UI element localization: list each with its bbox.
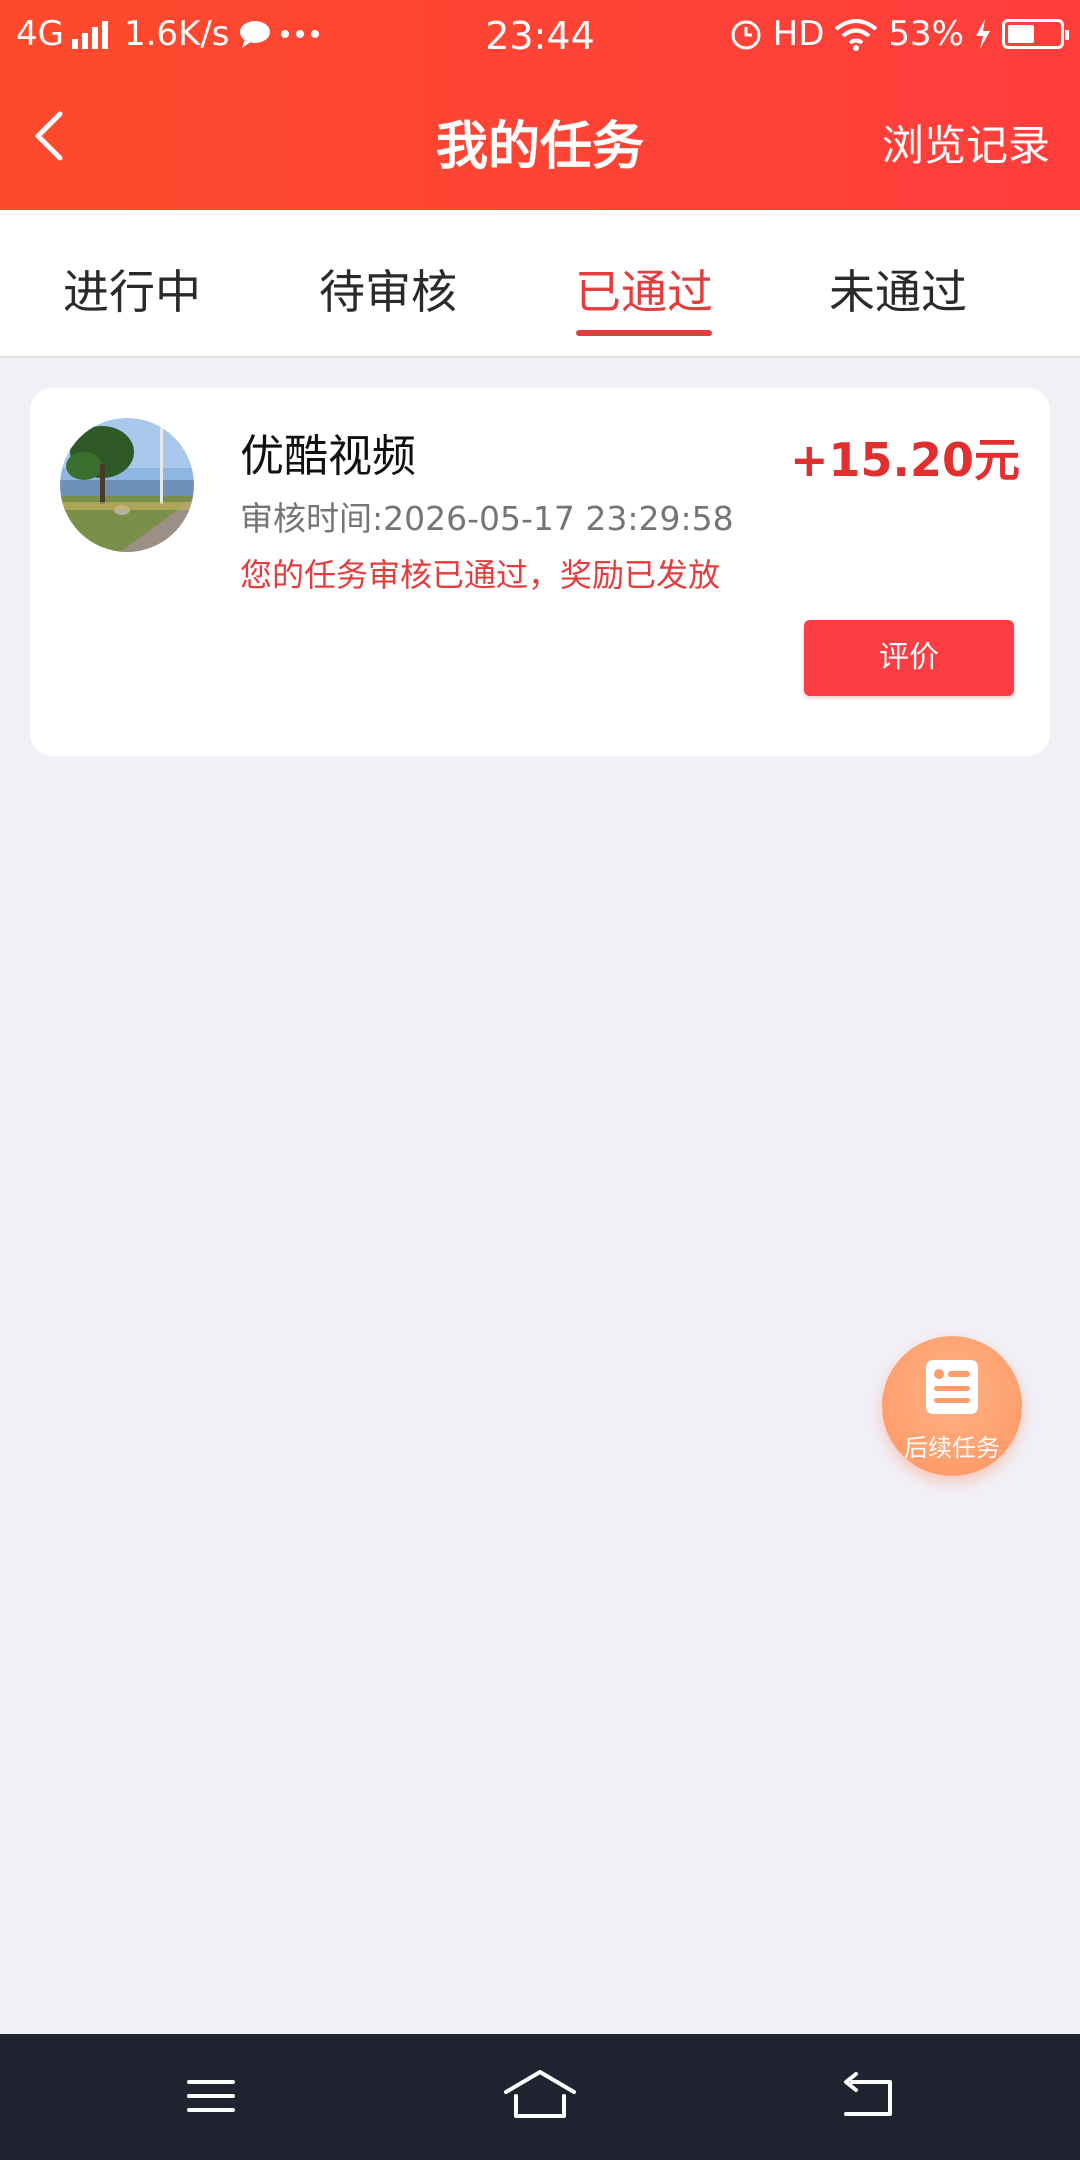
task-avatar bbox=[60, 418, 194, 552]
status-bar: 4G 1.6K/s 23:44 HD 53% bbox=[0, 0, 1080, 74]
app-header: 4G 1.6K/s 23:44 HD 53% 我的任务 浏览记录 bbox=[0, 0, 1080, 210]
back-icon[interactable] bbox=[838, 2068, 898, 2124]
tab-pending-review[interactable]: 待审核 bbox=[288, 256, 488, 322]
battery-icon bbox=[1002, 19, 1069, 49]
approval-message: 您的任务审核已通过，奖励已发放 bbox=[240, 556, 721, 594]
battery-percent: 53% bbox=[888, 14, 964, 54]
follow-up-task-button[interactable]: 后续任务 bbox=[882, 1336, 1022, 1476]
tab-approved[interactable]: 已通过 bbox=[544, 256, 744, 322]
browse-history-link[interactable]: 浏览记录 bbox=[882, 112, 1050, 173]
reward-amount: +15.20元 bbox=[789, 433, 1020, 487]
task-title: 优酷视频 bbox=[240, 431, 416, 482]
system-nav-bar bbox=[0, 2034, 1080, 2160]
review-time: 审核时间:2026-05-17 23:29:58 bbox=[240, 499, 734, 538]
home-icon[interactable] bbox=[502, 2068, 578, 2124]
tab-rejected[interactable]: 未通过 bbox=[798, 256, 998, 322]
fab-label: 后续任务 bbox=[904, 1434, 1000, 1462]
tab-in-progress[interactable]: 进行中 bbox=[32, 256, 232, 322]
charging-icon bbox=[976, 19, 990, 49]
active-tab-indicator bbox=[576, 330, 712, 336]
wifi-icon bbox=[835, 19, 878, 51]
task-card[interactable]: 优酷视频 审核时间:2026-05-17 23:29:58 您的任务审核已通过，… bbox=[30, 388, 1050, 756]
alarm-icon bbox=[731, 20, 761, 50]
task-list-icon bbox=[926, 1360, 978, 1414]
menu-icon[interactable] bbox=[181, 2068, 241, 2124]
review-button[interactable]: 评价 bbox=[804, 620, 1014, 696]
nav-bar: 我的任务 浏览记录 bbox=[0, 86, 1080, 186]
status-tabs: 进行中 待审核 已通过 未通过 bbox=[0, 210, 1080, 358]
hd-indicator: HD bbox=[772, 14, 825, 54]
status-right: HD 53% bbox=[729, 14, 1069, 54]
